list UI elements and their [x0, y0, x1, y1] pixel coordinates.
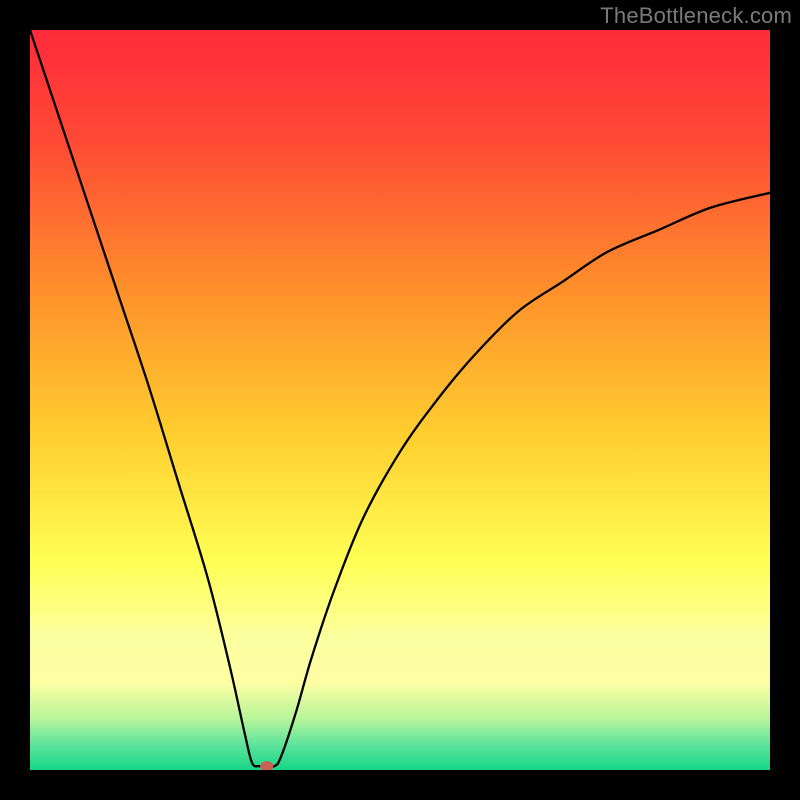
watermark-text: TheBottleneck.com: [600, 3, 792, 29]
plot-area: [30, 30, 770, 770]
chart-frame: TheBottleneck.com: [0, 0, 800, 800]
chart-svg: [30, 30, 770, 770]
gradient-background: [30, 30, 770, 770]
